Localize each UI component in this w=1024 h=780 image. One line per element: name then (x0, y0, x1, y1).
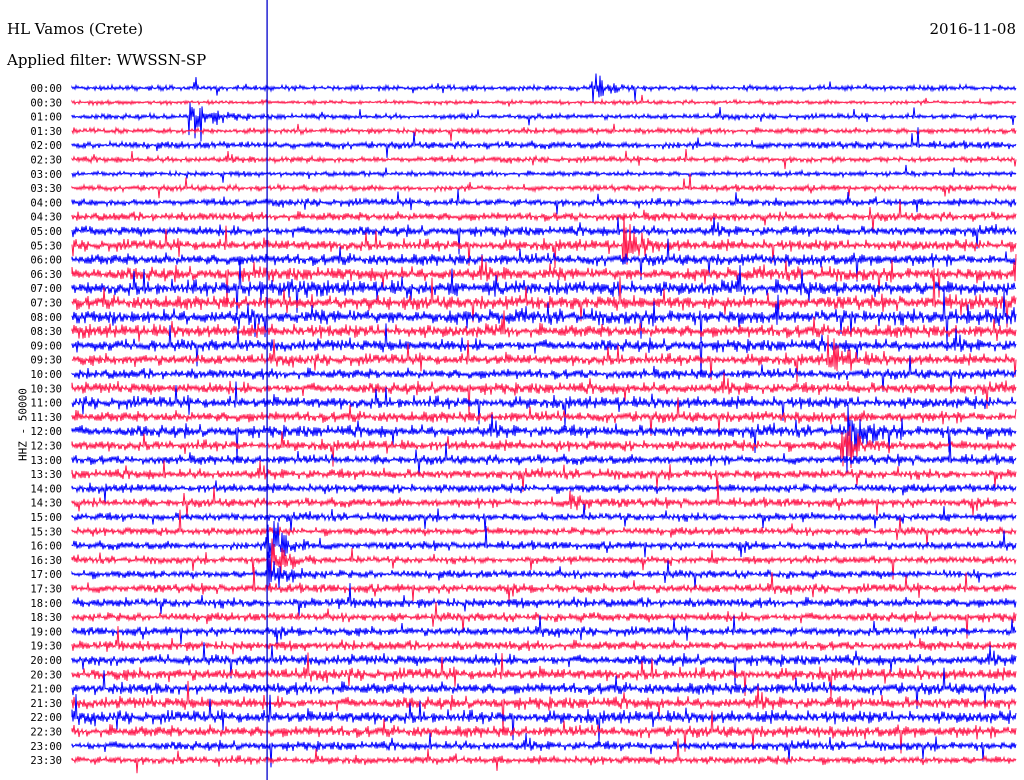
trace-row (71, 73, 1017, 104)
time-tick-label: 23:00 (30, 741, 62, 753)
time-tick-label: 17:30 (30, 584, 62, 596)
time-tick-label: 03:30 (30, 183, 62, 195)
trace-row (71, 200, 1017, 232)
trace-row (71, 615, 1017, 645)
time-tick-label: 02:00 (30, 140, 62, 152)
trace-row (71, 217, 1017, 255)
trace-row (71, 173, 1017, 199)
time-tick-label: 16:30 (30, 555, 62, 567)
trace-row (71, 268, 1017, 328)
time-tick-label: 17:00 (30, 569, 62, 581)
time-tick-label: 14:00 (30, 483, 62, 495)
time-tick-label: 22:30 (30, 727, 62, 739)
time-tick-label: 20:30 (30, 669, 62, 681)
time-tick-label: 14:30 (30, 498, 62, 510)
time-tick-label: 12:30 (30, 441, 62, 453)
time-tick-label: 19:00 (30, 626, 62, 638)
time-tick-label: 02:30 (30, 155, 62, 167)
trace-row (71, 148, 1017, 170)
trace-row (71, 642, 1017, 686)
time-tick-label: 13:00 (30, 455, 62, 467)
trace-row (71, 372, 1017, 416)
time-tick-label: 23:30 (30, 755, 62, 767)
time-tick-label: 05:00 (30, 226, 62, 238)
trace-row (71, 601, 1017, 639)
trace-row (71, 123, 1017, 142)
time-tick-label: 20:00 (30, 655, 62, 667)
time-tick-label: 15:30 (30, 526, 62, 538)
time-tick-label: 16:00 (30, 541, 62, 553)
trace-row (71, 261, 1017, 316)
time-tick-label: 03:00 (30, 169, 62, 181)
time-tick-label: 22:00 (30, 712, 62, 724)
trace-row (71, 164, 1017, 183)
time-tick-label: 13:30 (30, 469, 62, 481)
time-tick-label: 06:30 (30, 269, 62, 281)
time-tick-label: 10:00 (30, 369, 62, 381)
time-tick-label: 11:00 (30, 398, 62, 410)
time-tick-label: 04:00 (30, 197, 62, 209)
time-tick-label: 05:30 (30, 240, 62, 252)
trace-row (71, 733, 1017, 768)
time-tick-label: 21:00 (30, 684, 62, 696)
time-tick-label: 18:30 (30, 612, 62, 624)
time-tick-label: 11:30 (30, 412, 62, 424)
time-tick-label: 08:30 (30, 326, 62, 338)
time-tick-label: 07:00 (30, 283, 62, 295)
time-tick-label: 00:00 (30, 83, 62, 95)
time-tick-label: 15:00 (30, 512, 62, 524)
time-tick-label: 09:30 (30, 355, 62, 367)
time-tick-label: 01:00 (30, 112, 62, 124)
time-tick-label: 12:00 (30, 426, 62, 438)
time-tick-label: 10:30 (30, 383, 62, 395)
trace-row (71, 102, 1017, 142)
time-tick-label: 04:30 (30, 212, 62, 224)
time-tick-label: 00:30 (30, 97, 62, 109)
time-tick-label: 06:00 (30, 255, 62, 267)
time-tick-label: 08:00 (30, 312, 62, 324)
time-tick-label: 19:30 (30, 641, 62, 653)
time-tick-label: 21:30 (30, 698, 62, 710)
time-tick-label: 18:00 (30, 598, 62, 610)
time-tick-label: 01:30 (30, 126, 62, 138)
helicorder-plot: 00:00 00:30 01:00 01:30 02:00 02:30 03:00 03:30… (30, 0, 1017, 780)
trace-row (71, 94, 1017, 108)
trace-row (71, 189, 1017, 215)
time-tick-label: 07:30 (30, 298, 62, 310)
time-tick-label: 09:00 (30, 340, 62, 352)
